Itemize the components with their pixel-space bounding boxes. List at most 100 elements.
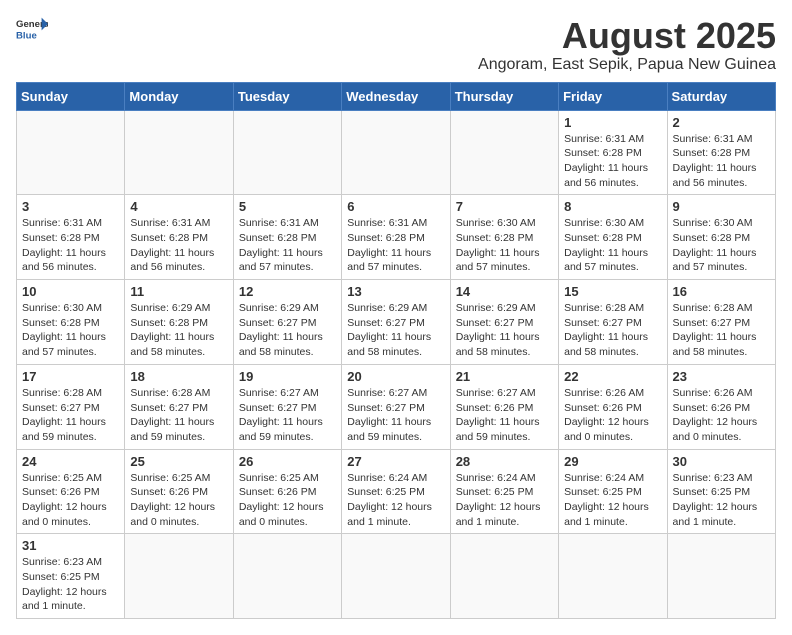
- day-info: Sunrise: 6:24 AM Sunset: 6:25 PM Dayligh…: [456, 471, 553, 530]
- day-info: Sunrise: 6:27 AM Sunset: 6:26 PM Dayligh…: [456, 386, 553, 445]
- day-info: Sunrise: 6:28 AM Sunset: 6:27 PM Dayligh…: [22, 386, 119, 445]
- calendar-week-row: 1 Sunrise: 6:31 AM Sunset: 6:28 PM Daylig…: [17, 110, 776, 195]
- calendar-cell: 31Sunrise: 6:23 AM Sunset: 6:25 PM Dayli…: [17, 534, 125, 619]
- column-header-thursday: Thursday: [450, 82, 558, 110]
- calendar-week-row: 17 Sunrise: 6:28 AM Sunset: 6:27 PM Dayli…: [17, 364, 776, 449]
- column-header-wednesday: Wednesday: [342, 82, 450, 110]
- day-info: Sunrise: 6:27 AM Sunset: 6:27 PM Dayligh…: [347, 386, 444, 445]
- calendar-cell: 9 Sunrise: 6:30 AM Sunset: 6:28 PM Daylig…: [667, 195, 775, 280]
- day-info: Sunrise: 6:23 AM Sunset: 6:25 PM Dayligh…: [673, 471, 770, 530]
- calendar-cell: 29Sunrise: 6:24 AM Sunset: 6:25 PM Dayli…: [559, 449, 667, 534]
- day-number: 4: [130, 199, 227, 214]
- page-header: General Blue August 2025 Angoram, East S…: [16, 16, 776, 74]
- day-info: Sunrise: 6:31 AM Sunset: 6:28 PM Dayligh…: [564, 132, 661, 191]
- day-number: 9: [673, 199, 770, 214]
- day-number: 18: [130, 369, 227, 384]
- day-info: Sunrise: 6:30 AM Sunset: 6:28 PM Dayligh…: [564, 216, 661, 275]
- calendar-cell: 18 Sunrise: 6:28 AM Sunset: 6:27 PM Dayli…: [125, 364, 233, 449]
- day-info: Sunrise: 6:29 AM Sunset: 6:27 PM Dayligh…: [347, 301, 444, 360]
- day-number: 12: [239, 284, 336, 299]
- logo: General Blue: [16, 16, 48, 44]
- day-info: Sunrise: 6:28 AM Sunset: 6:27 PM Dayligh…: [673, 301, 770, 360]
- calendar-cell: [233, 110, 341, 195]
- calendar-cell: 20 Sunrise: 6:27 AM Sunset: 6:27 PM Dayli…: [342, 364, 450, 449]
- day-number: 11: [130, 284, 227, 299]
- calendar-header-row: SundayMondayTuesdayWednesdayThursdayFrid…: [17, 82, 776, 110]
- day-info: Sunrise: 6:25 AM Sunset: 6:26 PM Dayligh…: [130, 471, 227, 530]
- column-header-monday: Monday: [125, 82, 233, 110]
- calendar-cell: [667, 534, 775, 619]
- calendar-cell: [559, 534, 667, 619]
- column-header-sunday: Sunday: [17, 82, 125, 110]
- calendar-cell: 11 Sunrise: 6:29 AM Sunset: 6:28 PM Dayli…: [125, 280, 233, 365]
- calendar-cell: 22 Sunrise: 6:26 AM Sunset: 6:26 PM Dayli…: [559, 364, 667, 449]
- calendar-week-row: 31Sunrise: 6:23 AM Sunset: 6:25 PM Dayli…: [17, 534, 776, 619]
- calendar-cell: [125, 110, 233, 195]
- calendar-cell: [342, 534, 450, 619]
- day-number: 17: [22, 369, 119, 384]
- calendar-cell: 21 Sunrise: 6:27 AM Sunset: 6:26 PM Dayli…: [450, 364, 558, 449]
- day-number: 8: [564, 199, 661, 214]
- calendar-cell: 28 Sunrise: 6:24 AM Sunset: 6:25 PM Dayli…: [450, 449, 558, 534]
- day-info: Sunrise: 6:26 AM Sunset: 6:26 PM Dayligh…: [673, 386, 770, 445]
- calendar-cell: [233, 534, 341, 619]
- day-number: 13: [347, 284, 444, 299]
- day-number: 5: [239, 199, 336, 214]
- calendar-cell: 24Sunrise: 6:25 AM Sunset: 6:26 PM Dayli…: [17, 449, 125, 534]
- day-info: Sunrise: 6:27 AM Sunset: 6:27 PM Dayligh…: [239, 386, 336, 445]
- calendar-cell: 1 Sunrise: 6:31 AM Sunset: 6:28 PM Daylig…: [559, 110, 667, 195]
- day-info: Sunrise: 6:31 AM Sunset: 6:28 PM Dayligh…: [673, 132, 770, 191]
- calendar-cell: [17, 110, 125, 195]
- calendar-cell: 15Sunrise: 6:28 AM Sunset: 6:27 PM Dayli…: [559, 280, 667, 365]
- calendar-cell: 5 Sunrise: 6:31 AM Sunset: 6:28 PM Daylig…: [233, 195, 341, 280]
- day-number: 30: [673, 454, 770, 469]
- day-info: Sunrise: 6:25 AM Sunset: 6:26 PM Dayligh…: [22, 471, 119, 530]
- svg-text:Blue: Blue: [16, 30, 37, 41]
- location-subtitle: Angoram, East Sepik, Papua New Guinea: [478, 56, 776, 74]
- day-info: Sunrise: 6:29 AM Sunset: 6:27 PM Dayligh…: [239, 301, 336, 360]
- day-number: 6: [347, 199, 444, 214]
- calendar-cell: 7 Sunrise: 6:30 AM Sunset: 6:28 PM Daylig…: [450, 195, 558, 280]
- day-number: 2: [673, 115, 770, 130]
- day-number: 28: [456, 454, 553, 469]
- day-number: 26: [239, 454, 336, 469]
- day-number: 23: [673, 369, 770, 384]
- day-info: Sunrise: 6:31 AM Sunset: 6:28 PM Dayligh…: [239, 216, 336, 275]
- day-number: 25: [130, 454, 227, 469]
- calendar-cell: 8 Sunrise: 6:30 AM Sunset: 6:28 PM Daylig…: [559, 195, 667, 280]
- calendar-cell: 27Sunrise: 6:24 AM Sunset: 6:25 PM Dayli…: [342, 449, 450, 534]
- day-number: 19: [239, 369, 336, 384]
- day-info: Sunrise: 6:28 AM Sunset: 6:27 PM Dayligh…: [130, 386, 227, 445]
- day-info: Sunrise: 6:30 AM Sunset: 6:28 PM Dayligh…: [456, 216, 553, 275]
- day-number: 15: [564, 284, 661, 299]
- calendar-cell: 25 Sunrise: 6:25 AM Sunset: 6:26 PM Dayli…: [125, 449, 233, 534]
- day-info: Sunrise: 6:30 AM Sunset: 6:28 PM Dayligh…: [673, 216, 770, 275]
- calendar-cell: 17 Sunrise: 6:28 AM Sunset: 6:27 PM Dayli…: [17, 364, 125, 449]
- day-info: Sunrise: 6:25 AM Sunset: 6:26 PM Dayligh…: [239, 471, 336, 530]
- column-header-friday: Friday: [559, 82, 667, 110]
- day-number: 21: [456, 369, 553, 384]
- day-number: 29: [564, 454, 661, 469]
- day-number: 1: [564, 115, 661, 130]
- column-header-tuesday: Tuesday: [233, 82, 341, 110]
- calendar-week-row: 10Sunrise: 6:30 AM Sunset: 6:28 PM Dayli…: [17, 280, 776, 365]
- day-number: 20: [347, 369, 444, 384]
- day-info: Sunrise: 6:26 AM Sunset: 6:26 PM Dayligh…: [564, 386, 661, 445]
- day-number: 22: [564, 369, 661, 384]
- generalblue-logo-icon: General Blue: [16, 16, 48, 44]
- day-number: 27: [347, 454, 444, 469]
- calendar-cell: 26 Sunrise: 6:25 AM Sunset: 6:26 PM Dayli…: [233, 449, 341, 534]
- calendar-cell: [450, 110, 558, 195]
- column-header-saturday: Saturday: [667, 82, 775, 110]
- calendar-week-row: 24Sunrise: 6:25 AM Sunset: 6:26 PM Dayli…: [17, 449, 776, 534]
- day-info: Sunrise: 6:29 AM Sunset: 6:28 PM Dayligh…: [130, 301, 227, 360]
- day-number: 7: [456, 199, 553, 214]
- day-info: Sunrise: 6:31 AM Sunset: 6:28 PM Dayligh…: [347, 216, 444, 275]
- calendar-table: SundayMondayTuesdayWednesdayThursdayFrid…: [16, 82, 776, 620]
- calendar-cell: [450, 534, 558, 619]
- calendar-cell: 4 Sunrise: 6:31 AM Sunset: 6:28 PM Daylig…: [125, 195, 233, 280]
- calendar-cell: [125, 534, 233, 619]
- day-info: Sunrise: 6:31 AM Sunset: 6:28 PM Dayligh…: [130, 216, 227, 275]
- day-number: 31: [22, 538, 119, 553]
- calendar-cell: 2 Sunrise: 6:31 AM Sunset: 6:28 PM Daylig…: [667, 110, 775, 195]
